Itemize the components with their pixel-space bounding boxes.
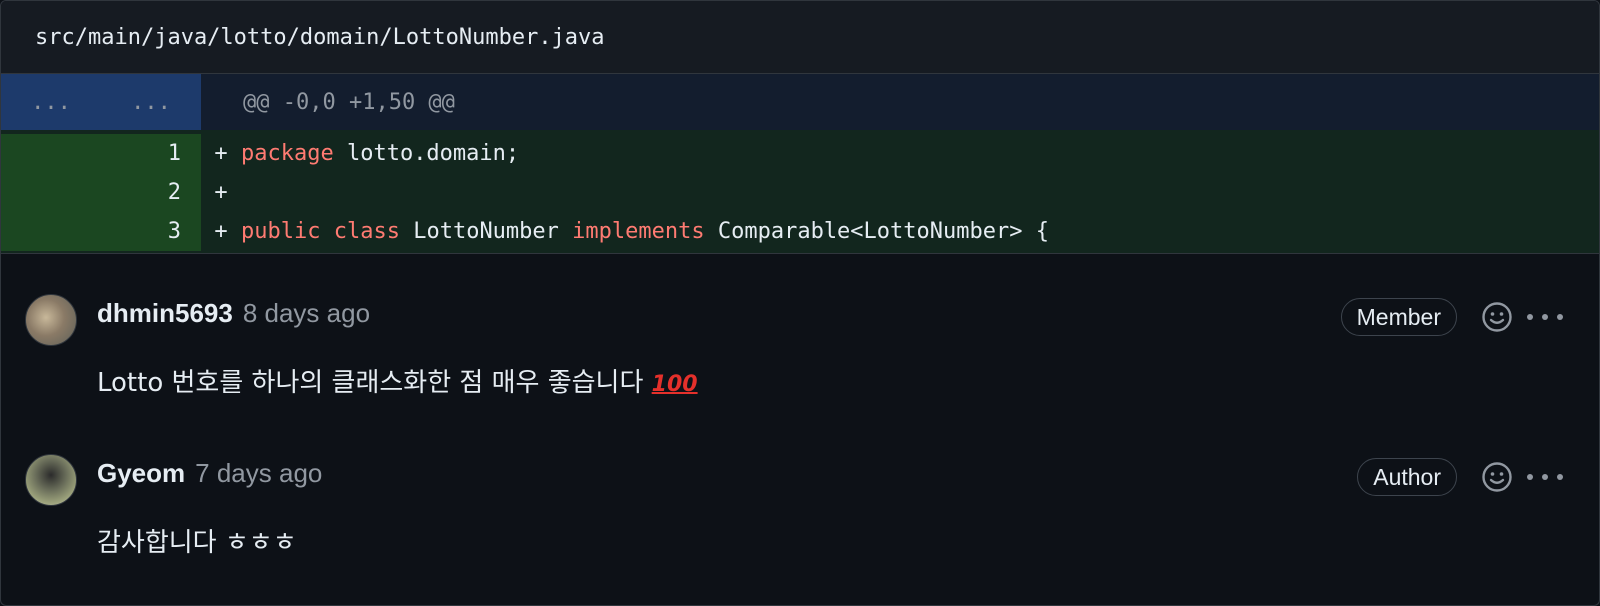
keyword-public: public [241, 219, 321, 244]
line-number-cell[interactable]: 1 [1, 134, 201, 173]
keyword-class: class [333, 219, 400, 244]
comment-list: dhmin5693 8 days ago Member Lotto 번호를 하나… [1, 254, 1599, 596]
code-line: package lotto.domain; [241, 141, 519, 166]
addition-marker: + [214, 219, 228, 244]
line-number-cell[interactable]: 3 [1, 212, 201, 251]
keyword-package: package [241, 141, 334, 166]
review-thread: src/main/java/lotto/domain/LottoNumber.j… [0, 0, 1600, 606]
smiley-icon[interactable] [1481, 461, 1513, 493]
smiley-icon[interactable] [1481, 301, 1513, 333]
diff-line: 2 + [1, 173, 1599, 212]
diff-line: 1 + package lotto.domain; [1, 134, 1599, 173]
author-name[interactable]: dhmin5693 [97, 298, 233, 329]
expand-old-line[interactable]: ... [1, 90, 101, 115]
file-path[interactable]: src/main/java/lotto/domain/LottoNumber.j… [35, 25, 605, 50]
line-number-cell[interactable]: 2 [1, 173, 201, 212]
author-name[interactable]: Gyeom [97, 458, 185, 489]
avatar[interactable] [25, 294, 77, 346]
diff-view: ... ... @@ -0,0 +1,50 @@ 1 + package lot… [1, 74, 1599, 254]
comment-meta: Gyeom 7 days ago [97, 458, 322, 489]
diff-line: 3 + public class LottoNumber implements … [1, 212, 1599, 251]
comment-text: Lotto 번호를 하나의 클래스화한 점 매우 좋습니다 [97, 368, 644, 398]
comment-text: 감사합니다 ㅎㅎㅎ [97, 528, 297, 558]
comment-body: Lotto 번호를 하나의 클래스화한 점 매우 좋습니다 100 [97, 362, 698, 399]
comment-timestamp[interactable]: 7 days ago [195, 458, 322, 489]
avatar[interactable] [25, 454, 77, 506]
comment: Gyeom 7 days ago Author 감사합니다 ㅎㅎㅎ [1, 436, 1599, 596]
code-text: Comparable<LottoNumber> { [704, 219, 1049, 244]
comment-timestamp[interactable]: 8 days ago [243, 298, 370, 329]
addition-marker: + [214, 180, 228, 205]
comment-meta: dhmin5693 8 days ago [97, 298, 370, 329]
kebab-horizontal-icon[interactable] [1527, 462, 1563, 492]
comment-body: 감사합니다 ㅎㅎㅎ [97, 522, 297, 559]
line-number[interactable]: 3 [101, 219, 201, 244]
hundred-points-emoji: 100 [651, 372, 698, 397]
hunk-line-numbers[interactable]: ... ... [1, 74, 201, 130]
code-text: LottoNumber [399, 219, 573, 244]
line-number[interactable]: 1 [101, 141, 201, 166]
addition-marker: + [214, 141, 228, 166]
comment: dhmin5693 8 days ago Member Lotto 번호를 하나… [1, 276, 1599, 436]
author-badge: Author [1357, 458, 1457, 496]
added-lines: 1 + package lotto.domain; 2 + 3 + public… [1, 130, 1599, 254]
code-text: lotto.domain; [333, 141, 520, 166]
hunk-header: @@ -0,0 +1,50 @@ [243, 89, 455, 115]
kebab-horizontal-icon[interactable] [1527, 302, 1563, 332]
hunk-header-row[interactable]: ... ... @@ -0,0 +1,50 @@ [1, 74, 1599, 130]
file-path-header[interactable]: src/main/java/lotto/domain/LottoNumber.j… [1, 1, 1599, 74]
keyword-implements: implements [572, 219, 705, 244]
member-badge: Member [1340, 298, 1457, 336]
line-number[interactable]: 2 [101, 180, 201, 205]
expand-new-line[interactable]: ... [101, 90, 201, 115]
code-line: public class LottoNumber implements Comp… [241, 219, 1049, 244]
